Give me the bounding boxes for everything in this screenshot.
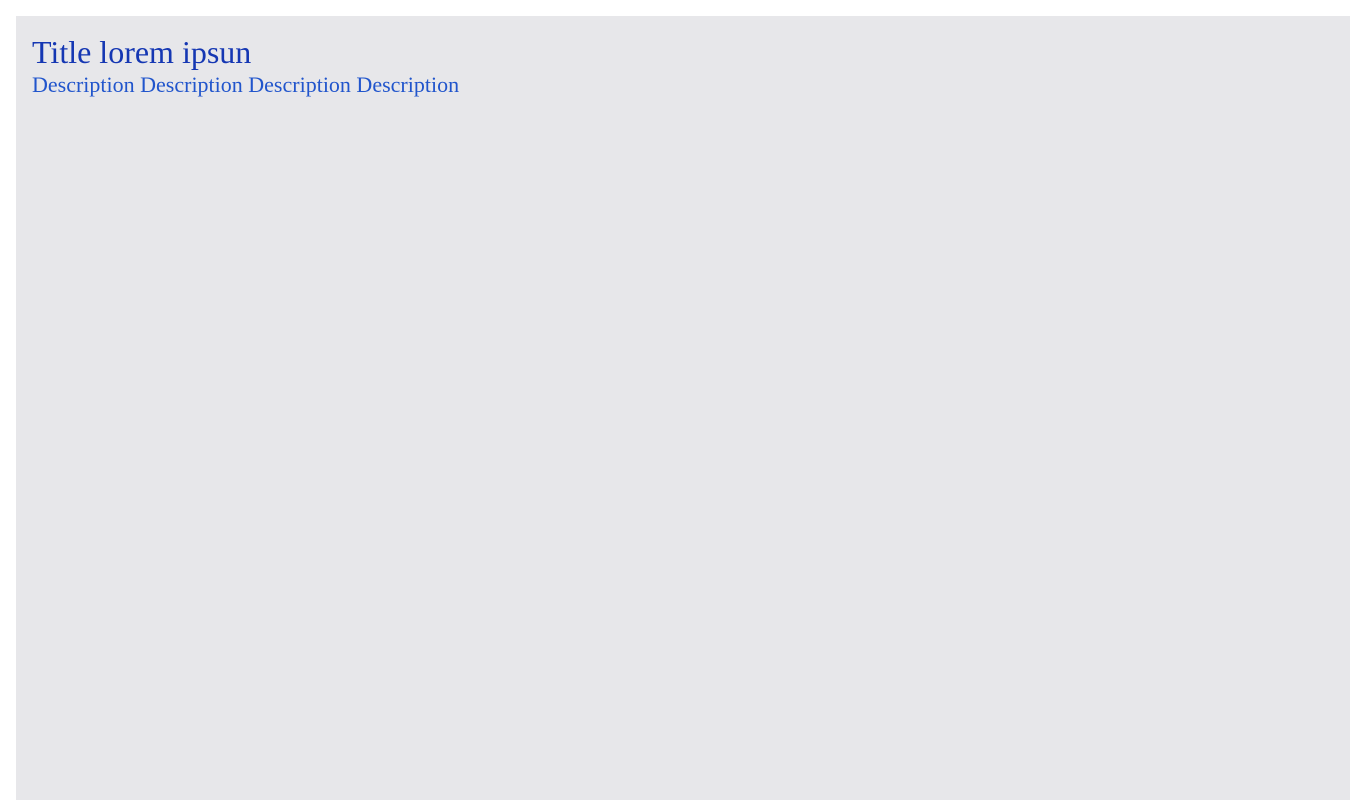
page-description: Description Description Description Desc…	[32, 72, 460, 97]
page-title: Title lorem ipsun	[32, 34, 252, 70]
content-panel: Title lorem ipsun Description Descriptio…	[16, 16, 1350, 800]
